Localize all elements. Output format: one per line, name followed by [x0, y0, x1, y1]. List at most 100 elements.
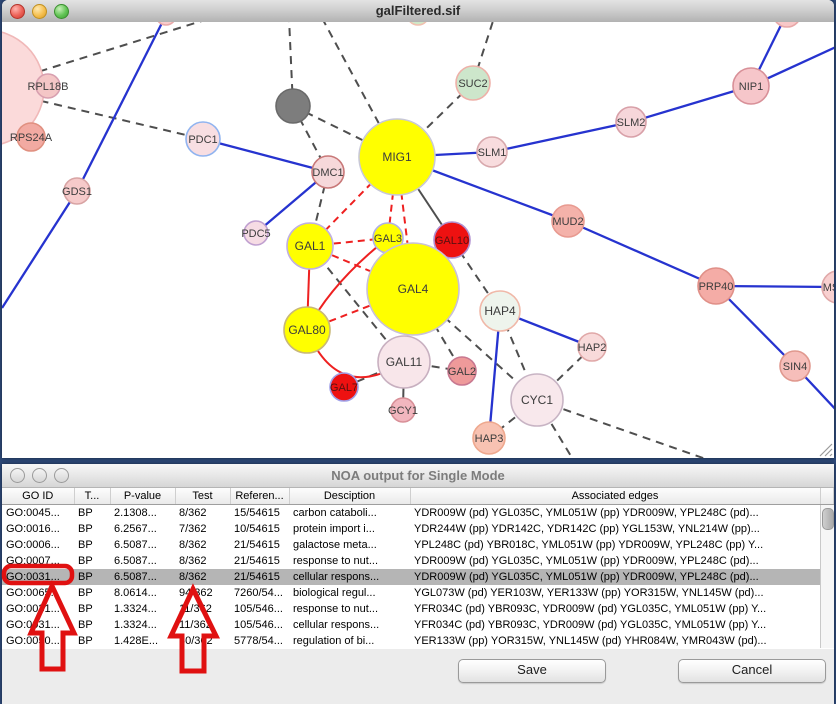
cell-p_value[interactable]: 8.0614... [110, 585, 175, 601]
cell-go_id[interactable]: GO:0031... [2, 569, 74, 585]
cell-go_id[interactable]: GO:0016... [2, 521, 74, 537]
cell-go_id[interactable]: GO:0045... [2, 505, 74, 522]
cell-reference[interactable]: 5778/54... [230, 633, 289, 649]
cell-type[interactable]: BP [74, 601, 110, 617]
cell-test[interactable]: 8/362 [175, 537, 230, 553]
cell-edges[interactable]: YDR009W (pd) YGL035C, YML051W (pp) YDR00… [410, 553, 820, 569]
vertical-scrollbar[interactable] [820, 505, 834, 648]
graph-node-HAP4[interactable]: HAP4 [480, 291, 520, 331]
cell-reference[interactable]: 21/54615 [230, 553, 289, 569]
graph-node-top-cut-1[interactable] [156, 22, 176, 25]
graph-node-SIN4[interactable]: SIN4 [780, 351, 810, 381]
graph-node-GAL4[interactable]: GAL4 [367, 243, 459, 335]
cancel-button[interactable]: Cancel [678, 659, 826, 683]
column-header-edges[interactable]: Associated edges [410, 488, 820, 505]
cell-test[interactable]: 94/362 [175, 585, 230, 601]
cell-test[interactable]: 80/362 [175, 633, 230, 649]
cell-go_id[interactable]: GO:0031... [2, 617, 74, 633]
cell-edges[interactable]: YER133W (pp) YOR315W, YNL145W (pd) YHR08… [410, 633, 820, 649]
graph-node-HAP2[interactable]: HAP2 [578, 333, 607, 361]
graph-node-SLM1[interactable]: SLM1 [477, 137, 507, 167]
cell-edges[interactable]: YFR034C (pd) YBR093C, YDR009W (pd) YGL03… [410, 601, 820, 617]
graph-node-PRP40[interactable]: PRP40 [698, 268, 734, 304]
cell-edges[interactable]: YDR244W (pp) YDR142C, YDR142C (pp) YGL15… [410, 521, 820, 537]
table-row[interactable]: GO:0045...BP2.1308...8/36215/54615carbon… [2, 505, 833, 522]
cell-p_value[interactable]: 1.428E... [110, 633, 175, 649]
cell-test[interactable]: 11/362 [175, 601, 230, 617]
cell-edges[interactable]: YFR034C (pd) YBR093C, YDR009W (pd) YGL03… [410, 617, 820, 633]
graph-node-DMC1[interactable]: DMC1 [312, 156, 344, 188]
cell-go_id[interactable]: GO:0050... [2, 633, 74, 649]
cell-edges[interactable]: YGL073W (pd) YER103W, YER133W (pp) YOR31… [410, 585, 820, 601]
cell-p_value[interactable]: 6.5087... [110, 569, 175, 585]
cell-description[interactable]: carbon cataboli... [289, 505, 410, 522]
cell-go_id[interactable]: GO:0007... [2, 553, 74, 569]
cell-test[interactable]: 11/362 [175, 617, 230, 633]
cell-description[interactable]: response to nut... [289, 601, 410, 617]
graph-node-MUD2[interactable]: MUD2 [552, 205, 584, 237]
table-row[interactable]: GO:0050...BP1.428E...80/3625778/54...reg… [2, 633, 833, 649]
table-row[interactable]: GO:0031...BP6.5087...8/36221/54615cellul… [2, 569, 833, 585]
graph-node-MIG1[interactable]: MIG1 [359, 119, 435, 195]
graph-node-SUC2[interactable]: SUC2 [456, 66, 490, 100]
cell-description[interactable]: regulation of bi... [289, 633, 410, 649]
cell-description[interactable]: cellular respons... [289, 617, 410, 633]
resize-grip[interactable] [819, 443, 833, 457]
cell-test[interactable]: 7/362 [175, 521, 230, 537]
graph-node-GAL80[interactable]: GAL80 [284, 307, 330, 353]
cell-test[interactable]: 8/362 [175, 553, 230, 569]
column-header-type[interactable]: T... [74, 488, 110, 505]
cell-type[interactable]: BP [74, 569, 110, 585]
cell-type[interactable]: BP [74, 505, 110, 522]
cell-p_value[interactable]: 2.1308... [110, 505, 175, 522]
graph-node-SLM2[interactable]: SLM2 [616, 107, 646, 137]
cell-go_id[interactable]: GO:0031... [2, 601, 74, 617]
graph-node-GAL1[interactable]: GAL1 [287, 223, 333, 269]
cell-edges[interactable]: YPL248C (pd) YBR018C, YML051W (pp) YDR00… [410, 537, 820, 553]
cell-p_value[interactable]: 6.2567... [110, 521, 175, 537]
cell-type[interactable]: BP [74, 617, 110, 633]
cell-description[interactable]: galactose meta... [289, 537, 410, 553]
cell-type[interactable]: BP [74, 521, 110, 537]
table-row[interactable]: GO:0016...BP6.2567...7/36210/54615protei… [2, 521, 833, 537]
cell-test[interactable]: 8/362 [175, 569, 230, 585]
graph-node-top-cut-g[interactable] [407, 22, 429, 25]
cell-type[interactable]: BP [74, 633, 110, 649]
graph-node-HAP3[interactable]: HAP3 [473, 422, 505, 454]
cell-reference[interactable]: 105/546... [230, 601, 289, 617]
network-canvas[interactable]: RPL18BRPS24AGDS1PDC1DMC1MIG1SUC2NIP1SLM2… [2, 22, 834, 458]
graph-node-GAL7[interactable]: GAL7 [330, 373, 358, 401]
graph-window-titlebar[interactable]: galFiltered.sif [2, 0, 834, 23]
cell-reference[interactable]: 21/54615 [230, 537, 289, 553]
save-button[interactable]: Save [458, 659, 606, 683]
cell-test[interactable]: 8/362 [175, 505, 230, 522]
column-header-go_id[interactable]: GO ID [2, 488, 74, 505]
cell-type[interactable]: BP [74, 537, 110, 553]
cell-go_id[interactable]: GO:0006... [2, 537, 74, 553]
cell-reference[interactable]: 15/54615 [230, 505, 289, 522]
cell-reference[interactable]: 10/54615 [230, 521, 289, 537]
cell-type[interactable]: BP [74, 553, 110, 569]
cell-p_value[interactable]: 1.3324... [110, 601, 175, 617]
graph-node-GDS1[interactable]: GDS1 [62, 178, 92, 204]
graph-node-GAL2[interactable]: GAL2 [448, 357, 476, 385]
column-header-reference[interactable]: Referen... [230, 488, 289, 505]
table-row[interactable]: GO:0031...BP1.3324...11/362105/546...cel… [2, 617, 833, 633]
cell-description[interactable]: protein import i... [289, 521, 410, 537]
column-header-description[interactable]: Desciption [289, 488, 410, 505]
graph-node-gray-node[interactable] [276, 89, 310, 123]
graph-node-PDC1[interactable]: PDC1 [186, 122, 220, 156]
cell-reference[interactable]: 105/546... [230, 617, 289, 633]
graph-node-GAL11[interactable]: GAL11 [378, 336, 430, 388]
graph-node-NIP1[interactable]: NIP1 [733, 68, 769, 104]
cell-description[interactable]: cellular respons... [289, 569, 410, 585]
column-header-test[interactable]: Test [175, 488, 230, 505]
cell-go_id[interactable]: GO:0065... [2, 585, 74, 601]
noa-window-titlebar[interactable]: NOA output for Single Mode [2, 464, 834, 488]
cell-edges[interactable]: YDR009W (pd) YGL035C, YML051W (pp) YDR00… [410, 505, 820, 522]
cell-edges[interactable]: YDR009W (pd) YGL035C, YML051W (pp) YDR00… [410, 569, 820, 585]
cell-type[interactable]: BP [74, 585, 110, 601]
cell-p_value[interactable]: 1.3324... [110, 617, 175, 633]
table-row[interactable]: GO:0065...BP8.0614...94/3627260/54...bio… [2, 585, 833, 601]
graph-node-MSN5[interactable]: MSN5 [822, 271, 834, 303]
